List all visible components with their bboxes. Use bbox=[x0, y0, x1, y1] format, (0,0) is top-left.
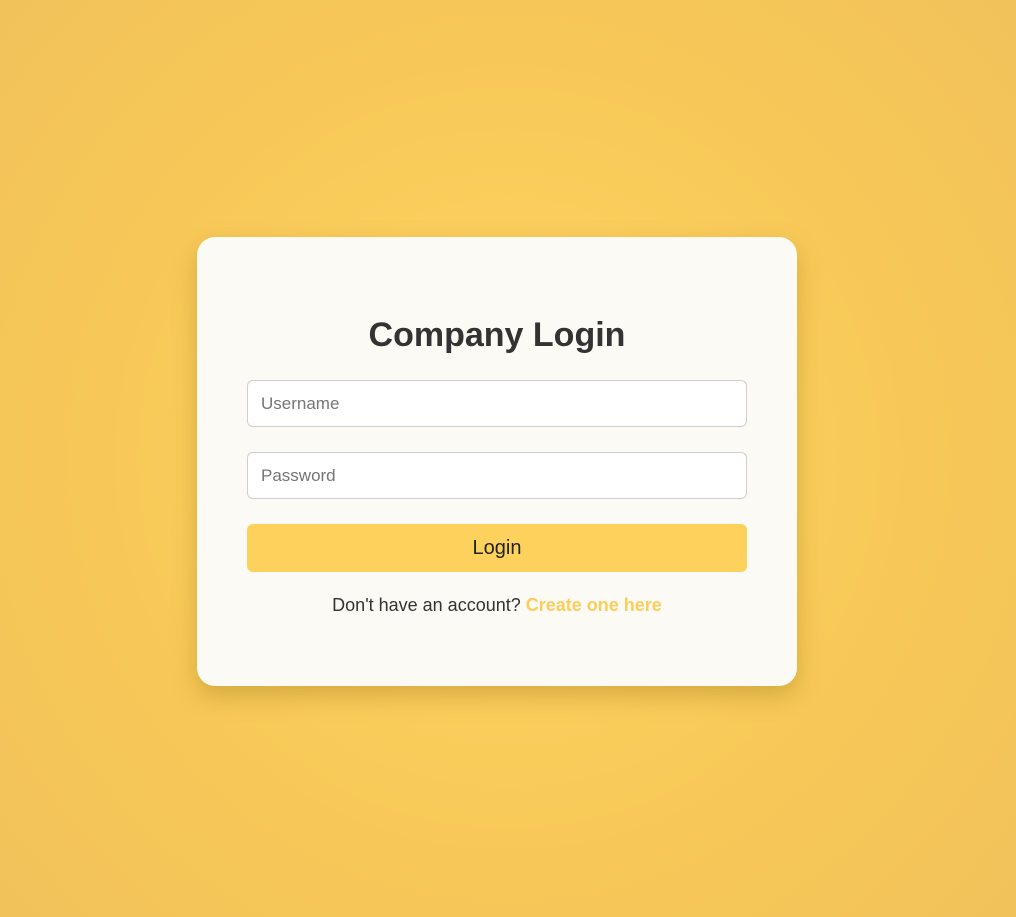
create-account-link[interactable]: Create one here bbox=[526, 595, 662, 615]
signup-prompt-text: Don't have an account? bbox=[332, 595, 521, 615]
username-input[interactable] bbox=[247, 380, 747, 427]
signup-prompt: Don't have an account? Create one here bbox=[247, 595, 747, 616]
login-card: Company Login Login Don't have an accoun… bbox=[197, 237, 797, 686]
login-button[interactable]: Login bbox=[247, 524, 747, 572]
login-title: Company Login bbox=[368, 316, 626, 354]
password-input[interactable] bbox=[247, 452, 747, 499]
